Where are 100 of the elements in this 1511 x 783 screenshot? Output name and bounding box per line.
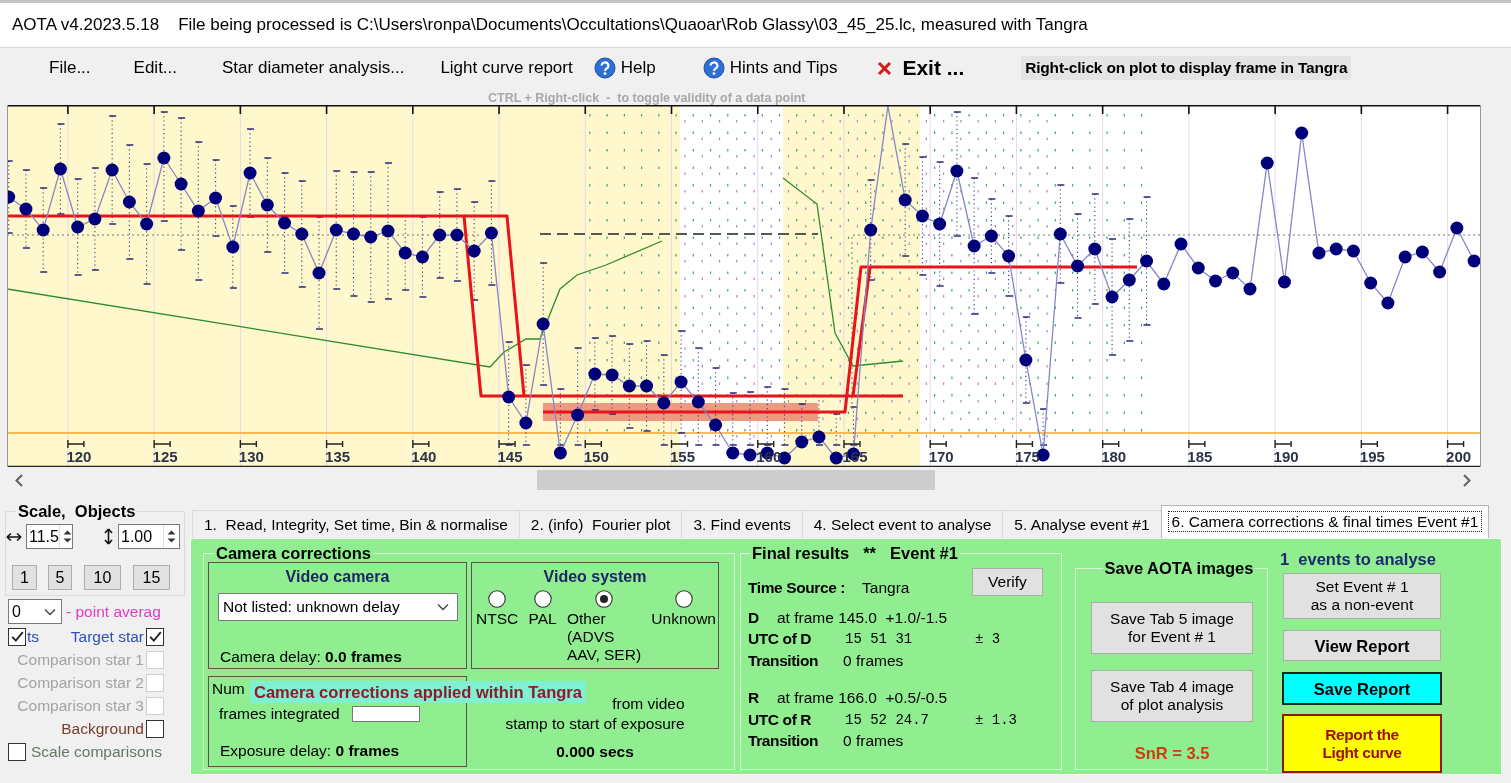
chevron-right-icon[interactable] <box>1463 473 1471 487</box>
menu-item[interactable]: Hints and Tips <box>695 53 845 83</box>
axis-tick-label: 120 <box>66 447 92 465</box>
delay-value: 0.000 secs <box>556 743 634 761</box>
group-title: Scale, Objects <box>17 502 137 520</box>
time-value: 15 51 31 <box>845 630 914 649</box>
group-title: Camera corrections <box>215 544 372 562</box>
group-title: Save AOTA images <box>1103 559 1255 577</box>
field-value: Tangra <box>862 579 910 597</box>
help-icon <box>702 57 725 79</box>
save-image-button[interactable]: Save Tab 4 image of plot analysis <box>1091 670 1253 722</box>
radio-option[interactable]: Unknown <box>651 590 716 664</box>
checkbox[interactable] <box>8 742 26 761</box>
input-field[interactable] <box>351 706 420 722</box>
checkbox[interactable] <box>146 719 164 738</box>
dropdown[interactable]: Not listed: unknown delay <box>218 593 458 621</box>
spin-field[interactable]: 1.00 <box>118 524 180 549</box>
caret-down-icon <box>62 538 72 543</box>
hint-text: Right-click on plot to display frame in Tangra <box>1021 56 1352 80</box>
axis-tick-label: 175 <box>1014 447 1040 465</box>
spin-field[interactable]: 11.5 <box>26 524 73 549</box>
object-label: Comparison star 3 <box>17 696 144 715</box>
point-average-label: - point averag <box>66 602 161 621</box>
action-button[interactable]: View Report <box>1283 630 1441 661</box>
object-label: Comparison star 1 <box>17 650 144 669</box>
axis-tick-label: 160 <box>756 447 782 465</box>
panel-title: Video camera <box>284 568 391 586</box>
axis-tick-label: 130 <box>238 447 264 465</box>
object-label: Background <box>61 719 144 738</box>
caret-up-icon <box>167 530 176 535</box>
object-label: Target star <box>70 627 144 646</box>
axis-tick-label: 180 <box>1101 447 1127 465</box>
scale-comparisons-label: Scale comparisons <box>31 742 162 761</box>
chevron-down-icon <box>44 607 56 616</box>
scrollbar-thumb[interactable] <box>537 470 935 490</box>
event-title: Event #1 <box>890 544 958 562</box>
action-button[interactable]: Save Report <box>1282 672 1442 705</box>
tab[interactable]: 6. Camera corrections & final times Event #1 <box>1160 505 1490 538</box>
menu-item[interactable]: Help <box>586 53 663 83</box>
menu-item[interactable]: Star diameter analysis... <box>215 54 412 82</box>
marker-text: ** <box>863 544 877 562</box>
save-image-button[interactable]: Save Tab 5 image for Event # 1 <box>1091 602 1253 654</box>
radio-option[interactable]: PAL <box>528 590 557 664</box>
event-letter: R <box>748 689 760 708</box>
double-arrow-horizontal-icon <box>6 531 22 542</box>
axis-tick-label: 185 <box>1187 447 1213 465</box>
menu-item[interactable]: Exit ... <box>870 52 972 84</box>
menu-item[interactable]: File... <box>42 54 98 82</box>
axis-tick-label: 200 <box>1446 447 1472 465</box>
axis-tick-label: 135 <box>325 447 351 465</box>
field-value: at frame 145.0 +1.0/-1.5 <box>777 608 948 627</box>
axis-tick-label: 125 <box>152 447 178 465</box>
event-letter: D <box>748 608 760 627</box>
checkmark-icon <box>148 631 162 642</box>
help-icon <box>593 57 616 79</box>
time-delay-text: stamp to start of exposure <box>505 715 685 732</box>
notice-banner: Camera corrections applied within Tangra <box>250 681 586 703</box>
checkbox[interactable] <box>8 627 26 646</box>
field-label: frames integrated <box>219 705 340 723</box>
checkbox[interactable] <box>146 627 164 646</box>
section-title: Final results <box>752 544 850 562</box>
time-delay-text: from video <box>612 695 685 712</box>
field-label: Time Source : <box>748 579 846 597</box>
field-label: Transition <box>748 651 820 670</box>
chevron-left-icon[interactable] <box>15 473 23 487</box>
panel-title: Video system <box>542 568 648 586</box>
scale-button[interactable]: 1 <box>12 565 37 590</box>
axis-tick-label: 140 <box>411 447 437 465</box>
scale-button[interactable]: 15 <box>133 565 170 590</box>
verify-button[interactable]: Verify <box>972 568 1043 596</box>
caret-up-icon <box>62 530 72 535</box>
partial-label: ts <box>27 627 40 646</box>
scale-button[interactable]: 10 <box>84 565 121 590</box>
radio-option[interactable]: NTSC <box>476 590 519 664</box>
action-button[interactable]: Set Event # 1 as a non-event <box>1283 573 1441 619</box>
caret-down-icon <box>167 538 176 543</box>
axis-tick-label: 170 <box>928 447 954 465</box>
field-value: at frame 166.0 +0.5/-0.5 <box>777 689 948 708</box>
menu-item[interactable]: Edit... <box>126 54 185 82</box>
dropdown[interactable]: 0 <box>8 599 62 624</box>
events-count-text: 1 events to analyse <box>1280 550 1436 568</box>
field-value: 0 frames <box>843 651 904 670</box>
double-arrow-vertical-icon <box>104 528 113 545</box>
field-label: UTC of R <box>748 710 813 729</box>
time-value: 15 52 24.7 <box>845 710 930 729</box>
axis-tick-label: 195 <box>1359 447 1385 465</box>
menu-item[interactable]: Light curve report <box>433 54 580 82</box>
radio-option[interactable]: Other (ADVS AAV, SER) <box>566 590 642 664</box>
action-button[interactable]: Report the Light curve <box>1282 714 1442 773</box>
scale-button[interactable]: 5 <box>48 565 72 590</box>
field-label: Transition <box>748 732 820 751</box>
window-title: AOTA v4.2023.5.18 <box>12 15 160 35</box>
toggle-hint-text: CTRL + Right-click - to toggle validity of a data point <box>488 91 806 105</box>
axis-tick-label: 155 <box>670 447 696 465</box>
camera-delay-text: Camera delay: 0.0 frames <box>220 648 403 666</box>
snr-text: SnR = 3.5 <box>1134 744 1210 762</box>
field-value: 0 frames <box>843 732 904 751</box>
tab[interactable]: 1. Read, Integrity, Set time, Bin & normalise <box>192 510 520 538</box>
close-icon <box>877 60 893 76</box>
object-label: Comparison star 2 <box>17 673 144 692</box>
